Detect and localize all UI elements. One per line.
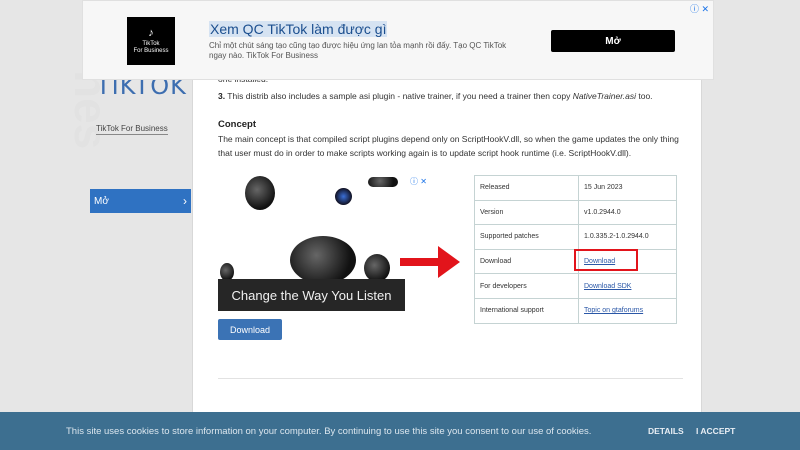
ad-choices-icon[interactable]: ⓘ ✕ [410, 176, 427, 187]
ad-description: Chỉ một chút sáng tạo cũng tạo được hiệu… [209, 41, 507, 61]
table-row: International support Topic on gtaforums [474, 297, 677, 324]
row-value: Topic on gtaforums [578, 297, 677, 324]
ad-download-button[interactable]: Download [218, 319, 282, 340]
download-sdk-link[interactable]: Download SDK [584, 283, 631, 290]
row-key: International support [474, 297, 579, 324]
table-row: Version v1.0.2944.0 [474, 199, 677, 226]
earbud-image [364, 254, 390, 282]
table-row: Released 15 Jun 2023 [474, 175, 677, 201]
download-highlight-box [574, 249, 638, 271]
row-value: 1.0.335.2-1.0.2944.0 [578, 224, 677, 250]
tiktok-note-icon: ♪ [148, 26, 154, 39]
sidebar-button-label: Mở [94, 195, 109, 207]
step-3-text: 3. This distrib also includes a sample a… [218, 89, 688, 103]
headphone-image [290, 236, 356, 284]
row-value: 15 Jun 2023 [578, 175, 677, 201]
step-3-end: too. [636, 91, 653, 101]
cookie-accept-button[interactable]: I ACCEPT [696, 426, 735, 436]
cookie-text: This site uses cookies to store informat… [66, 425, 592, 437]
row-value: v1.0.2944.0 [578, 199, 677, 226]
headphone-image [245, 176, 275, 210]
step-3-body: This distrib also includes a sample asi … [225, 91, 573, 101]
ad-close-icon[interactable]: ⓘ ✕ [690, 2, 709, 15]
brand-logo-image [335, 188, 352, 205]
cookie-details-button[interactable]: DETAILS [648, 426, 684, 436]
row-key: Released [474, 175, 579, 201]
divider [218, 378, 683, 379]
cookie-bar: This site uses cookies to store informat… [0, 412, 800, 450]
table-row: For developers Download SDK [474, 273, 677, 299]
concept-paragraph: The main concept is that compiled script… [218, 134, 679, 158]
row-value: Download SDK [578, 273, 677, 299]
headphone-image [368, 177, 398, 187]
chevron-right-icon: › [183, 194, 187, 208]
tiktok-logo: ♪ TikTok For Business [127, 17, 175, 65]
ad-banner[interactable]: ♪ TikTok For Business Xem QC TikTok làm … [82, 0, 714, 80]
row-key: For developers [474, 273, 579, 299]
ad-title[interactable]: Xem QC TikTok làm được gì [209, 21, 388, 37]
ad-caption[interactable]: Change the Way You Listen [218, 279, 405, 311]
gtaforums-topic-link[interactable]: Topic on gtaforums [584, 307, 643, 314]
tiktok-logo-text: TikTok For Business [133, 41, 169, 55]
row-key: Version [474, 199, 579, 226]
ad-open-button[interactable]: Mở [551, 30, 675, 52]
sidebar-open-button[interactable]: Mở › [90, 189, 191, 213]
red-arrow-icon [400, 246, 460, 278]
table-row: Supported patches 1.0.335.2-1.0.2944.0 [474, 224, 677, 250]
row-key: Download [474, 248, 579, 275]
sidebar-logo-subtitle: TikTok For Business [96, 124, 168, 135]
native-trainer-filename: NativeTrainer.asi [572, 91, 636, 101]
concept-heading: Concept [218, 119, 256, 130]
row-key: Supported patches [474, 224, 579, 250]
